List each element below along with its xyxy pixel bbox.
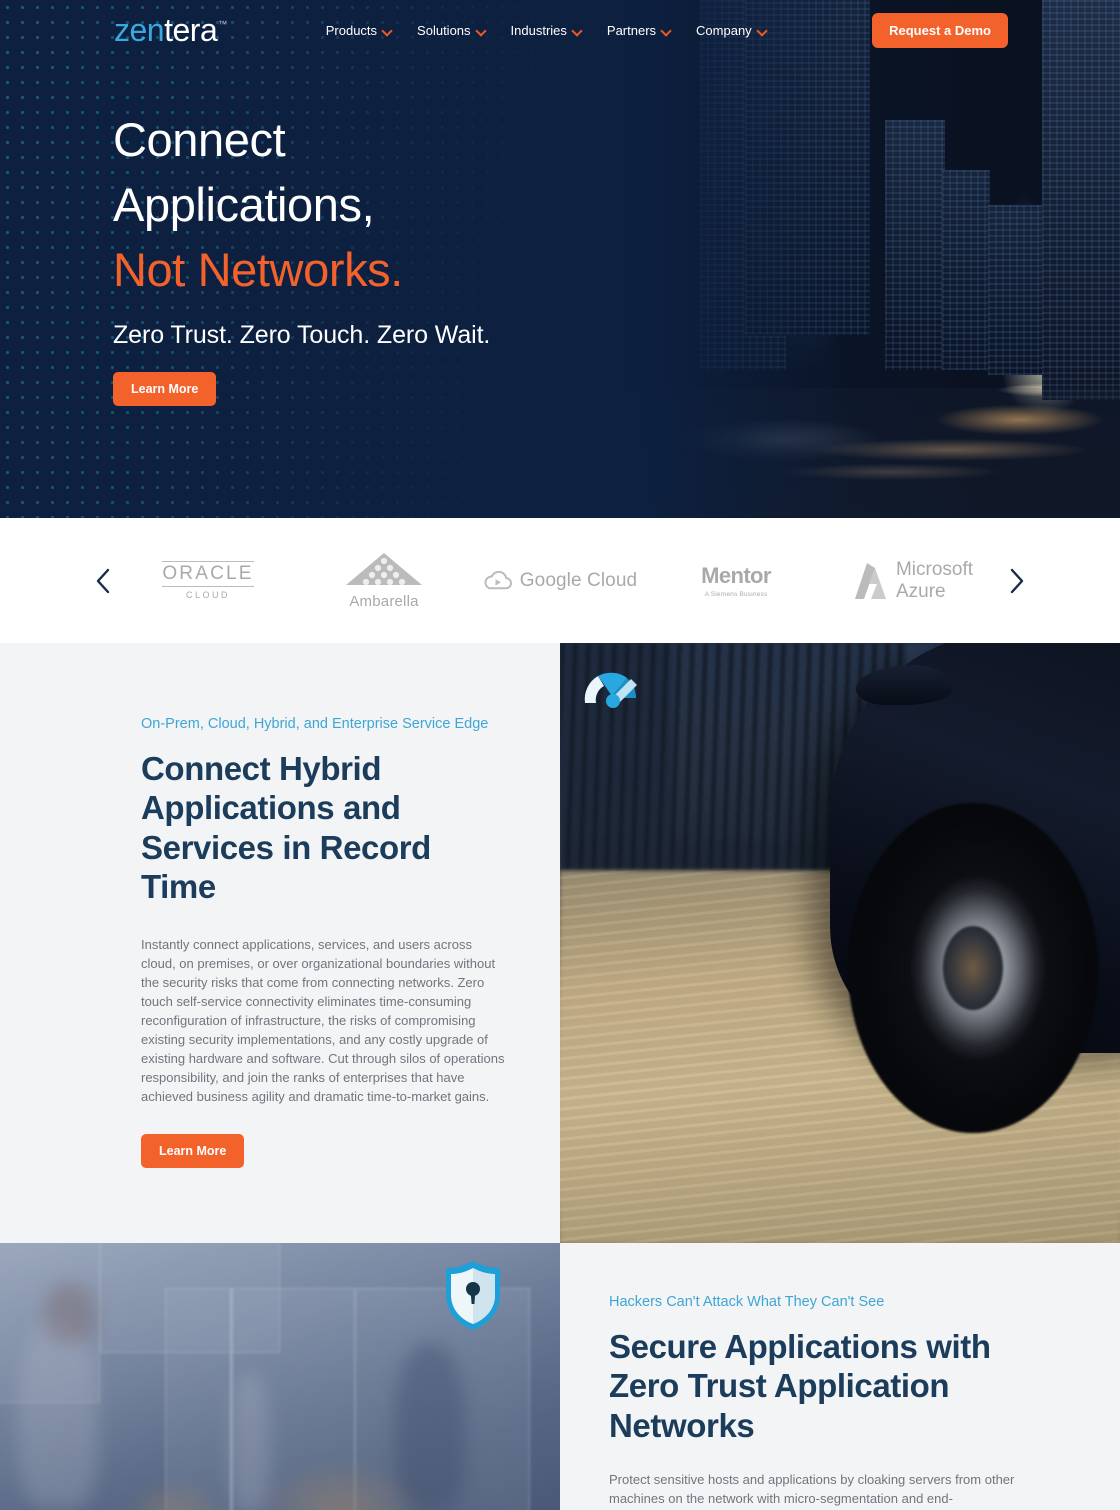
logo-trademark-icon: ™ xyxy=(218,19,227,29)
speedometer-icon xyxy=(584,672,637,708)
partner-logo-carousel: ORACLE CLOUD Ambarella Google Cloud Ment… xyxy=(0,518,1120,643)
secure-applications-section: Hackers Can't Attack What They Can't See… xyxy=(0,1243,1120,1510)
nav-item-partners[interactable]: Partners xyxy=(607,23,671,38)
google-cloud-icon xyxy=(484,570,512,589)
secure-applications-text-column: Hackers Can't Attack What They Can't See… xyxy=(560,1243,1120,1510)
nav-item-label: Solutions xyxy=(417,22,471,38)
nav-links: Products Solutions Industries Partners C… xyxy=(326,23,767,38)
nav-item-label: Products xyxy=(325,22,378,38)
nav-item-industries[interactable]: Industries xyxy=(511,23,582,38)
request-demo-button[interactable]: Request a Demo xyxy=(872,12,1008,48)
hero-learn-more-button[interactable]: Learn More xyxy=(113,371,217,406)
carousel-prev-button[interactable] xyxy=(86,564,120,598)
logo-tera-text: tera xyxy=(164,12,218,48)
partner-logo-google-cloud[interactable]: Google Cloud xyxy=(472,570,648,592)
hero-heading-line1: Connect xyxy=(113,113,286,166)
nav-item-label: Industries xyxy=(510,22,567,38)
secure-applications-image xyxy=(0,1243,560,1510)
partner-logo-ambarella[interactable]: Ambarella xyxy=(296,552,472,610)
secure-applications-heading: Secure Applications with Zero Trust Appl… xyxy=(609,1328,991,1444)
carousel-next-button[interactable] xyxy=(1000,564,1034,598)
google-cloud-wordmark: Google Cloud xyxy=(519,569,638,591)
shield-lock-icon xyxy=(446,1261,500,1330)
car-photo xyxy=(560,643,1120,1243)
connect-hybrid-body: Instantly connect applications, services… xyxy=(141,937,505,1104)
partner-logo-oracle-cloud[interactable]: ORACLE CLOUD xyxy=(120,561,296,600)
nav-item-solutions[interactable]: Solutions xyxy=(417,23,485,38)
oracle-subtext: CLOUD xyxy=(185,590,230,600)
partner-logo-microsoft-azure[interactable]: Microsoft Azure xyxy=(824,559,1000,602)
secure-applications-body: Protect sensitive hosts and applications… xyxy=(609,1471,1015,1506)
azure-wordmark-line2: Azure xyxy=(895,580,946,602)
main-navigation: zentera™ Products Solutions Industries P… xyxy=(0,0,1120,60)
partner-logo-mentor[interactable]: Mentor A Siemens Business xyxy=(648,563,824,598)
chevron-down-icon xyxy=(662,26,671,35)
nav-item-company[interactable]: Company xyxy=(696,23,767,38)
ambarella-wordmark: Ambarella xyxy=(349,592,419,610)
connect-hybrid-heading: Connect Hybrid Applications and Services… xyxy=(141,750,431,905)
nav-item-products[interactable]: Products xyxy=(326,23,392,38)
hero-subheading: Zero Trust. Zero Touch. Zero Wait. xyxy=(113,320,491,349)
mentor-wordmark: Mentor xyxy=(701,563,771,588)
chevron-down-icon xyxy=(758,26,767,35)
hero-heading: Connect Applications, Not Networks. xyxy=(113,108,673,303)
mentor-subtext: A Siemens Business xyxy=(704,591,768,598)
azure-logo-icon xyxy=(854,562,886,599)
hero-copy: Connect Applications, Not Networks. Zero… xyxy=(113,108,673,406)
oracle-wordmark: ORACLE xyxy=(162,561,254,587)
logo-zen-text: zen xyxy=(114,12,165,48)
hero-heading-line2: Applications, xyxy=(113,177,375,231)
site-logo[interactable]: zentera™ xyxy=(114,12,227,48)
connect-hybrid-learn-more-button[interactable]: Learn More xyxy=(141,1133,245,1168)
secure-applications-eyebrow: Hackers Can't Attack What They Can't See xyxy=(609,1294,885,1310)
nav-item-label: Partners xyxy=(606,22,657,38)
ambarella-triangle-icon xyxy=(346,552,422,585)
azure-wordmark-line1: Microsoft xyxy=(895,559,974,581)
chevron-down-icon xyxy=(477,26,486,35)
hero-heading-line3: Not Networks. xyxy=(113,242,403,296)
connect-hybrid-image xyxy=(560,643,1120,1243)
chevron-down-icon xyxy=(573,26,582,35)
nav-item-label: Company xyxy=(696,22,752,38)
connect-hybrid-text-column: On-Prem, Cloud, Hybrid, and Enterprise S… xyxy=(0,643,560,1243)
connect-hybrid-eyebrow: On-Prem, Cloud, Hybrid, and Enterprise S… xyxy=(141,716,489,732)
partner-logo-track: ORACLE CLOUD Ambarella Google Cloud Ment… xyxy=(120,536,1000,626)
connect-hybrid-section: On-Prem, Cloud, Hybrid, and Enterprise S… xyxy=(0,643,1120,1243)
chevron-down-icon xyxy=(383,26,392,35)
hero-section: zentera™ Products Solutions Industries P… xyxy=(0,0,1120,518)
